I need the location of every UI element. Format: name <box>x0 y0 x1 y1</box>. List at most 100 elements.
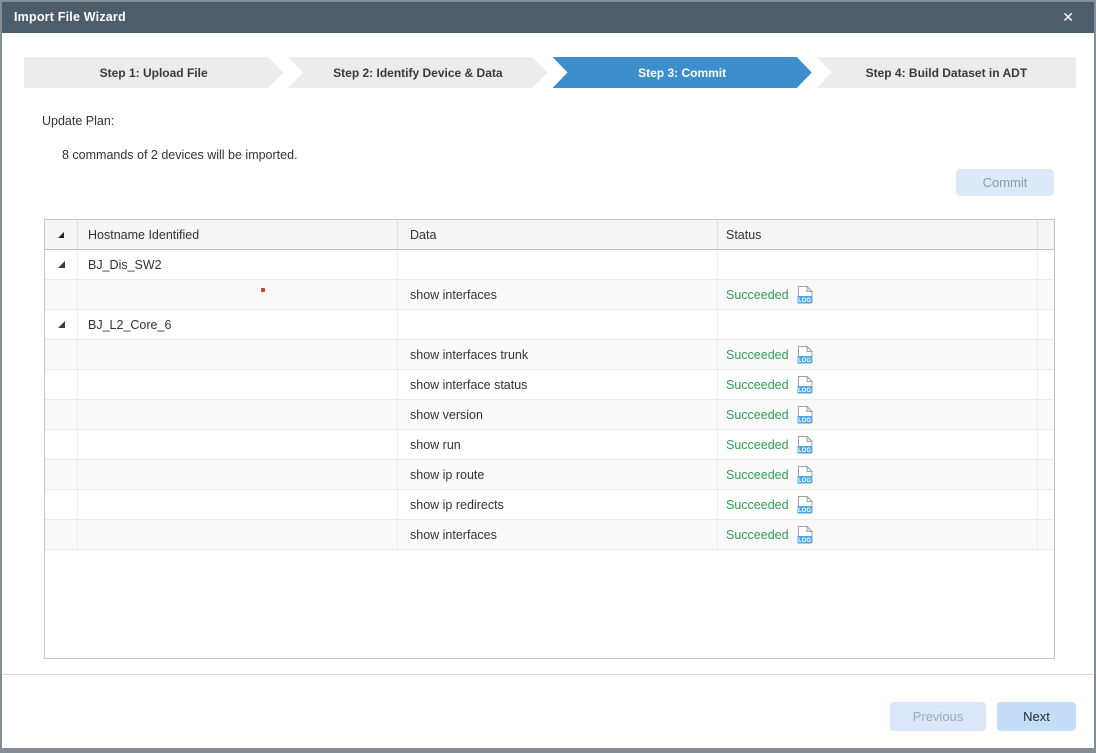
row-spacer-cell <box>1038 490 1054 519</box>
command-status-cell: Succeeded LOG <box>718 400 1038 429</box>
status-text: Succeeded <box>726 498 789 512</box>
empty-hostname-cell <box>78 340 398 369</box>
status-text: Succeeded <box>726 528 789 542</box>
table-empty-area <box>45 550 1054 658</box>
status-text: Succeeded <box>726 378 789 392</box>
empty-expander-cell <box>45 520 78 549</box>
expand-collapse-icon[interactable] <box>45 250 78 279</box>
table-body: BJ_Dis_SW2show interfacesSucceededLOGBJ_… <box>45 250 1054 550</box>
row-spacer-cell <box>1038 400 1054 429</box>
empty-expander-cell <box>45 370 78 399</box>
log-icon[interactable]: LOG <box>797 285 814 304</box>
empty-hostname-cell <box>78 490 398 519</box>
command-row[interactable]: show interfaces Succeeded LOG <box>45 520 1054 550</box>
empty-hostname-cell <box>78 280 398 309</box>
row-spacer-cell <box>1038 310 1054 339</box>
empty-expander-cell <box>45 280 78 309</box>
table-header-row: Hostname Identified Data Status <box>45 220 1054 250</box>
commands-table: Hostname Identified Data Status BJ_Dis_S… <box>44 219 1055 659</box>
log-icon[interactable]: LOG <box>797 495 814 514</box>
empty-expander-cell <box>45 430 78 459</box>
empty-hostname-cell <box>78 400 398 429</box>
svg-text:LOG: LOG <box>798 538 811 544</box>
empty-status-cell <box>718 310 1038 339</box>
command-data-cell: show interface status <box>398 370 718 399</box>
command-data-cell: show interfaces trunk <box>398 340 718 369</box>
update-plan-label: Update Plan: <box>42 114 114 128</box>
status-text: Succeeded <box>726 408 789 422</box>
command-data-cell: show interfaces <box>398 280 718 309</box>
row-spacer-cell <box>1038 370 1054 399</box>
group-row[interactable]: BJ_L2_Core_6 <box>45 310 1054 340</box>
log-icon[interactable]: LOG <box>797 375 814 394</box>
step-4-build-dataset-adt[interactable]: Step 4: Build Dataset in ADT <box>817 57 1076 88</box>
command-row[interactable]: show interface status Succeeded LOG <box>45 370 1054 400</box>
step-label: Step 3: Commit <box>638 66 726 80</box>
wizard-steps: Step 1: Upload File Step 2: Identify Dev… <box>24 57 1076 88</box>
log-icon[interactable]: LOG <box>797 405 814 424</box>
command-row[interactable]: show version Succeeded LOG <box>45 400 1054 430</box>
command-data-cell: show interfaces <box>398 520 718 549</box>
command-row[interactable]: show ip redirects Succeeded LOG <box>45 490 1054 520</box>
command-status-cell: Succeeded LOG <box>718 490 1038 519</box>
step-label: Step 1: Upload File <box>100 66 208 80</box>
step-label: Step 4: Build Dataset in ADT <box>866 66 1028 80</box>
step-label: Step 2: Identify Device & Data <box>333 66 502 80</box>
step-1-upload-file[interactable]: Step 1: Upload File <box>24 57 283 88</box>
status-text: Succeeded <box>726 468 789 482</box>
status-text: Succeeded <box>726 348 789 362</box>
svg-text:LOG: LOG <box>798 298 811 304</box>
command-row[interactable]: show ip route Succeeded LOG <box>45 460 1054 490</box>
log-icon[interactable]: LOG <box>797 525 814 544</box>
command-row[interactable]: show interfaces Succeeded LOG <box>45 280 1054 310</box>
collapse-all-icon[interactable] <box>45 220 78 249</box>
next-button[interactable]: Next <box>997 702 1076 731</box>
empty-data-cell <box>398 310 718 339</box>
command-status-cell: Succeeded LOG <box>718 340 1038 369</box>
footer-divider <box>2 674 1094 675</box>
empty-hostname-cell <box>78 430 398 459</box>
command-data-cell: show ip route <box>398 460 718 489</box>
step-3-commit[interactable]: Step 3: Commit <box>553 57 812 88</box>
row-spacer-cell <box>1038 520 1054 549</box>
empty-expander-cell <box>45 340 78 369</box>
empty-expander-cell <box>45 490 78 519</box>
empty-data-cell <box>398 250 718 279</box>
log-icon[interactable]: LOG <box>797 345 814 364</box>
row-spacer-cell <box>1038 250 1054 279</box>
empty-status-cell <box>718 250 1038 279</box>
log-icon[interactable]: LOG <box>797 435 814 454</box>
column-header-status[interactable]: Status <box>718 220 1038 249</box>
group-row[interactable]: BJ_Dis_SW2 <box>45 250 1054 280</box>
expand-collapse-icon[interactable] <box>45 310 78 339</box>
svg-text:LOG: LOG <box>798 358 811 364</box>
close-icon[interactable]: ✕ <box>1054 6 1082 28</box>
command-data-cell: show version <box>398 400 718 429</box>
command-row[interactable]: show runSucceededLOG <box>45 430 1054 460</box>
title-bar: Import File Wizard ✕ <box>0 0 1096 33</box>
command-row[interactable]: show interfaces trunk Succeeded LOG <box>45 340 1054 370</box>
import-file-wizard-dialog: Import File Wizard ✕ Step 1: Upload File… <box>0 0 1096 753</box>
column-header-spacer <box>1038 220 1054 249</box>
column-header-hostname[interactable]: Hostname Identified <box>78 220 398 249</box>
window-title: Import File Wizard <box>14 10 126 24</box>
status-text: Succeeded <box>726 288 789 302</box>
command-data-cell: show ip redirects <box>398 490 718 519</box>
hostname-cell: BJ_Dis_SW2 <box>78 250 398 279</box>
row-spacer-cell <box>1038 430 1054 459</box>
svg-text:LOG: LOG <box>798 388 811 394</box>
svg-text:LOG: LOG <box>798 448 811 454</box>
previous-button[interactable]: Previous <box>890 702 986 731</box>
red-dot-artifact <box>261 288 265 292</box>
column-header-data[interactable]: Data <box>398 220 718 249</box>
empty-expander-cell <box>45 460 78 489</box>
command-status-cell: Succeeded LOG <box>718 280 1038 309</box>
svg-text:LOG: LOG <box>798 508 811 514</box>
empty-hostname-cell <box>78 460 398 489</box>
empty-hostname-cell <box>78 520 398 549</box>
step-2-identify-device-data[interactable]: Step 2: Identify Device & Data <box>288 57 547 88</box>
log-icon[interactable]: LOG <box>797 465 814 484</box>
commit-button[interactable]: Commit <box>956 169 1054 196</box>
row-spacer-cell <box>1038 280 1054 309</box>
svg-text:LOG: LOG <box>798 418 811 424</box>
